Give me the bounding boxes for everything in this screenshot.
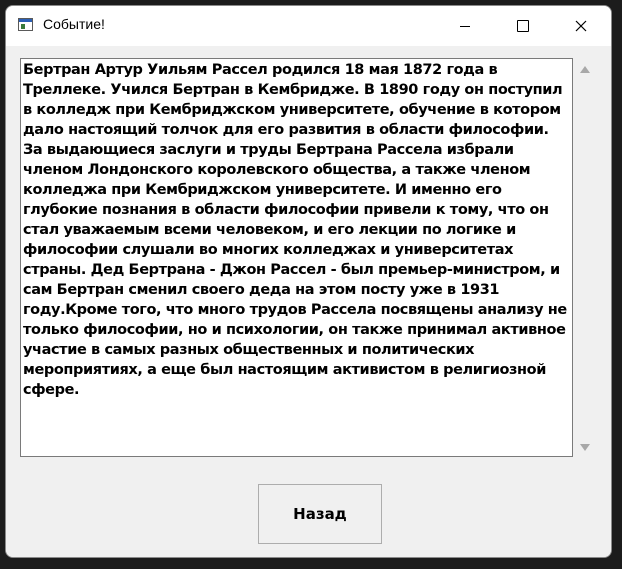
scroll-up-arrow-icon[interactable] bbox=[580, 66, 590, 73]
maximize-button[interactable] bbox=[494, 6, 552, 46]
dialog-window: Событие! Бертран Артур Уильям Рассел род… bbox=[5, 5, 612, 558]
window-app-icon bbox=[18, 18, 33, 31]
maximize-icon bbox=[517, 20, 529, 32]
dialog-content: Бертран Артур Уильям Рассел родился 18 м… bbox=[6, 46, 611, 557]
event-text: Бертран Артур Уильям Рассел родился 18 м… bbox=[23, 62, 572, 398]
minimize-icon bbox=[460, 25, 470, 27]
title-bar[interactable]: Событие! bbox=[6, 6, 611, 46]
scroll-down-arrow-icon[interactable] bbox=[580, 444, 590, 451]
vertical-scrollbar[interactable] bbox=[575, 58, 595, 457]
back-button[interactable]: Назад bbox=[258, 484, 382, 544]
window-title: Событие! bbox=[43, 16, 105, 32]
minimize-button[interactable] bbox=[436, 6, 494, 46]
close-icon bbox=[575, 20, 587, 32]
close-button[interactable] bbox=[552, 6, 610, 46]
event-text-box[interactable]: Бертран Артур Уильям Рассел родился 18 м… bbox=[20, 58, 573, 457]
